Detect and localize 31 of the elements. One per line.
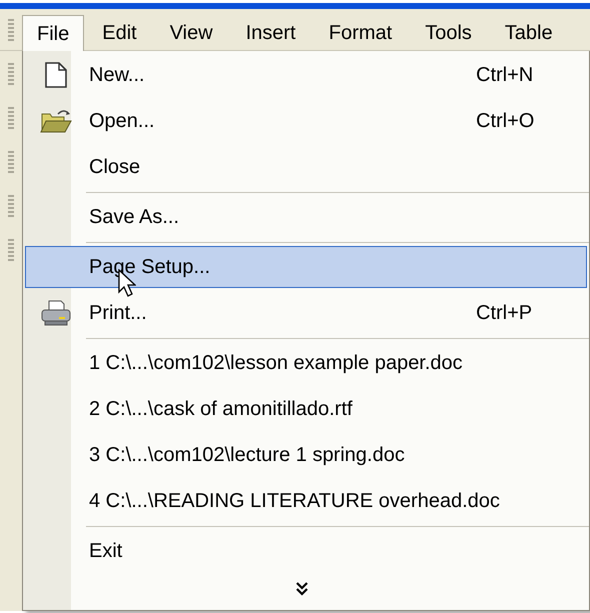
menu-bar-item[interactable]: Tools <box>410 15 487 51</box>
menu-bar-item[interactable]: Insert <box>230 15 311 51</box>
double-chevron-icon <box>296 582 308 596</box>
toolbar-grip-icon[interactable] <box>8 18 14 40</box>
menu-item[interactable]: 3 C:\...\com102\lecture 1 spring.doc <box>25 434 587 476</box>
toolbar-grip-icon[interactable] <box>8 107 14 129</box>
menu-item[interactable]: Print... Ctrl+P <box>25 292 587 334</box>
expand-menu-button[interactable] <box>294 580 310 598</box>
menu-bar-item[interactable]: File <box>22 15 84 52</box>
toolbar-grip-icon[interactable] <box>8 151 14 173</box>
shortcut-text: Ctrl+O <box>476 110 536 132</box>
blank-page-icon <box>45 62 67 88</box>
menu-item[interactable]: Exit <box>25 530 587 572</box>
menu-item[interactable]: 2 C:\...\cask of amonitillado.rtf <box>25 388 587 430</box>
menu-item[interactable]: Close <box>25 146 587 188</box>
menu-item[interactable]: New... Ctrl+N <box>25 54 587 96</box>
menu-bar-item[interactable]: View <box>154 15 228 51</box>
toolbar-grip-icon[interactable] <box>8 239 14 261</box>
printer-icon <box>40 300 72 326</box>
menu-bar-item[interactable]: Edit <box>87 15 152 51</box>
folder-icon <box>40 108 72 134</box>
menu-item[interactable]: 1 C:\...\com102\lesson example paper.doc <box>25 342 587 384</box>
menu-item[interactable]: 4 C:\...\READING LITERATURE overhead.doc <box>25 480 587 522</box>
toolbar-grip-icon[interactable] <box>8 195 14 217</box>
menu-bar-item[interactable]: Table <box>490 15 568 51</box>
menu-bar-item[interactable]: Format <box>314 15 408 51</box>
menu-item[interactable]: Open... Ctrl+O <box>25 100 587 142</box>
menu-item[interactable]: Save As... <box>25 196 587 238</box>
shortcut-text: Ctrl+N <box>476 64 534 86</box>
shortcut-text: Ctrl+P <box>476 302 534 324</box>
toolbar-grip-icon[interactable] <box>8 63 14 85</box>
